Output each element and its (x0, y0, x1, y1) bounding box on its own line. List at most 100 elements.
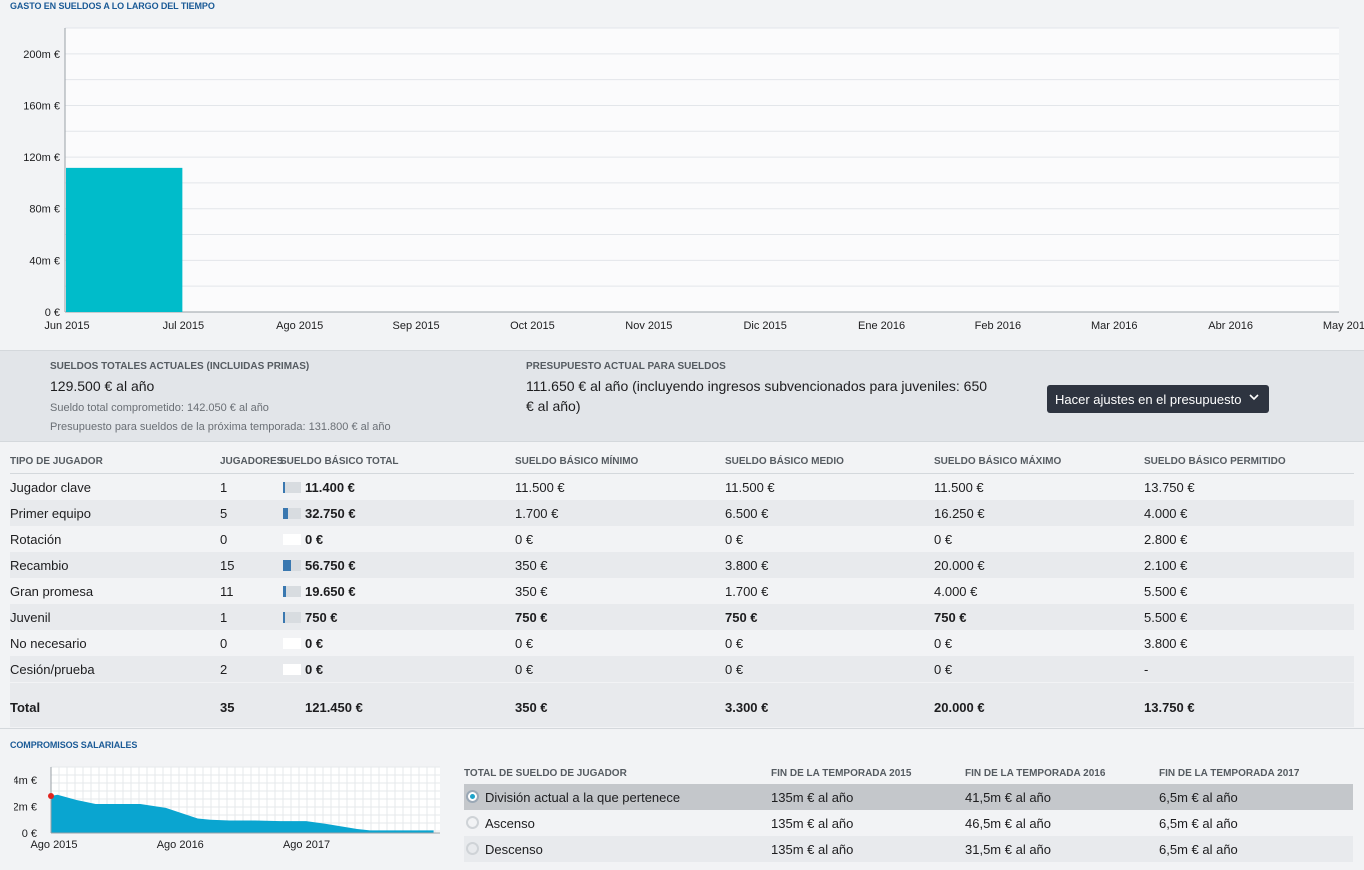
adjust-budget-button[interactable]: Hacer ajustes en el presupuesto (1047, 385, 1269, 413)
cell-players: 15 (220, 558, 235, 573)
cell-total: 32.750 € (305, 506, 356, 521)
share-bar-fill (283, 586, 286, 597)
share-bar-fill (283, 508, 288, 519)
radio-button[interactable] (466, 816, 479, 829)
share-bar (283, 638, 301, 649)
table-row: Cesión/prueba 2 0 € 0 € 0 € 0 € - (10, 656, 1354, 682)
share-bar (283, 482, 301, 493)
total-min: 350 € (515, 700, 548, 715)
cell-min: 0 € (515, 636, 534, 651)
commitments-title: COMPROMISOS SALARIALES (10, 740, 138, 750)
chevron-down-icon (1249, 394, 1259, 401)
next-season-budget: Presupuesto para sueldos de la próxima t… (50, 421, 391, 433)
col-header-type: TIPO DE JUGADOR (10, 456, 103, 467)
table-row: No necesario 0 0 € 0 € 0 € 0 € 3.800 € (10, 630, 1354, 656)
cell-type: Primer equipo (10, 506, 91, 521)
cell-avg: 6.500 € (725, 506, 769, 521)
spending-chart-svg: 0 € 40m € 80m € 120m € 160m € 200m € Jun 2015 J… (23, 27, 1364, 332)
col-header-players: JUGADORES (220, 456, 284, 467)
current-wages-value: 129.500 € al año (50, 378, 155, 394)
cell-min: 350 € (515, 558, 548, 573)
cell-type: No necesario (10, 636, 87, 651)
cell-players: 5 (220, 506, 228, 521)
x-tick-label: Nov 2015 (625, 320, 672, 332)
comp-x-tick-label: Ago 2016 (157, 839, 204, 851)
cell-min: 0 € (515, 662, 534, 677)
current-wages-block: SUELDOS TOTALES ACTUALES (INCLUIDAS PRIM… (50, 361, 490, 433)
cell-allowed: 2.800 € (1144, 532, 1188, 547)
cell-type: Cesión/prueba (10, 662, 95, 677)
comp-cell-s2017: 6,5m € al año (1159, 790, 1238, 805)
total-wages: 121.450 € (305, 700, 363, 715)
cell-allowed: 13.750 € (1144, 480, 1195, 495)
x-tick-label: Ene 2016 (858, 320, 905, 332)
col-header-max: SUELDO BÁSICO MÁXIMO (934, 456, 1062, 467)
table-row: Jugador clave 1 11.400 € 11.500 € 11.500 € 11… (10, 474, 1354, 500)
comp-cell-s2015: 135m € al año (771, 816, 854, 831)
cell-allowed: - (1144, 662, 1149, 677)
cell-players: 1 (220, 610, 228, 625)
comp-x-tick-label: Ago 2017 (283, 839, 330, 851)
col-header-avg: SUELDO BÁSICO MEDIO (725, 456, 844, 467)
share-bar-fill (283, 482, 285, 493)
cell-avg: 0 € (725, 636, 744, 651)
cell-avg: 0 € (725, 662, 744, 677)
table-row: Juvenil 1 750 € 750 € 750 € 750 € 5.500 € (10, 604, 1354, 630)
table-row: Rotación 0 0 € 0 € 0 € 0 € 2.800 € (10, 526, 1354, 552)
current-point-marker (48, 793, 54, 800)
cell-min: 11.500 € (515, 480, 565, 495)
spending-chart: 0 € 40m € 80m € 120m € 160m € 200m € Jun 2015 J… (0, 18, 1364, 343)
cell-type: Gran promesa (10, 584, 94, 599)
comp-cell-s2017: 6,5m € al año (1159, 842, 1238, 857)
cell-max: 20.000 € (934, 558, 985, 573)
total-players: 35 (220, 700, 235, 715)
col-header-allowed: SUELDO BÁSICO PERMITIDO (1144, 456, 1286, 467)
comp-header-2016: FIN DE LA TEMPORADA 2016 (965, 768, 1106, 779)
cell-allowed: 3.800 € (1144, 636, 1188, 651)
comp-cell-label: Descenso (485, 842, 543, 857)
x-tick-label: Sep 2015 (393, 320, 440, 332)
radio-button[interactable] (466, 842, 479, 855)
committed-wages: Sueldo total comprometido: 142.050 € al … (50, 402, 269, 414)
cell-players: 11 (220, 584, 234, 599)
cell-type: Jugador clave (10, 480, 91, 495)
cell-allowed: 2.100 € (1144, 558, 1188, 573)
cell-max: 16.250 € (934, 506, 985, 521)
comp-x-tick-label: Ago 2015 (30, 839, 77, 851)
spending-chart-title: GASTO EN SUELDOS A LO LARGO DEL TIEMPO (10, 1, 215, 11)
y-tick-label: 0 € (45, 307, 60, 319)
adjust-budget-label: Hacer ajustes en el presupuesto (1055, 391, 1242, 407)
comp-cell-s2016: 31,5m € al año (965, 842, 1052, 857)
comp-cell-s2015: 135m € al año (771, 790, 854, 805)
comp-cell-label: Ascenso (485, 816, 535, 831)
scenario-row[interactable]: Ascenso 135m € al año 46,5m € al año 6,5m €… (464, 810, 1353, 836)
cell-total: 19.650 € (305, 584, 356, 599)
comp-header-2015: FIN DE LA TEMPORADA 2015 (771, 768, 912, 779)
cell-players: 2 (220, 662, 228, 677)
x-tick-label: Jun 2015 (44, 320, 89, 332)
cell-avg: 11.500 € (725, 480, 775, 495)
y-tick-label: 40m € (29, 255, 60, 267)
x-tick-label: Jul 2015 (163, 320, 205, 332)
y-tick-label: 160m € (23, 100, 60, 112)
cell-max: 750 € (934, 610, 967, 625)
share-bar (283, 586, 301, 597)
cell-allowed: 5.500 € (1144, 584, 1188, 599)
scenario-row[interactable]: Descenso 135m € al año 31,5m € al año 6,5m … (464, 836, 1353, 862)
cell-min: 0 € (515, 532, 534, 547)
cell-max: 0 € (934, 662, 953, 677)
share-bar (283, 612, 301, 623)
cell-type: Recambio (10, 558, 69, 573)
comp-cell-label: División actual a la que pertenece (485, 790, 681, 805)
bar-jun-2015 (66, 167, 183, 312)
cell-players: 0 (220, 532, 228, 547)
cell-total: 750 € (305, 610, 338, 625)
cell-total: 56.750 € (305, 558, 356, 573)
radio-button[interactable] (466, 790, 479, 803)
cell-players: 0 (220, 636, 228, 651)
comp-cell-s2016: 46,5m € al año (965, 816, 1052, 831)
scenario-row[interactable]: División actual a la que pertenece 135m €… (464, 784, 1353, 810)
share-bar (283, 664, 301, 675)
commitments-chart: 0 €2m €4m € Ago 2015 Ago 2016 Ago 2017 (13, 758, 444, 854)
x-tick-label: Feb 2016 (975, 320, 1021, 332)
